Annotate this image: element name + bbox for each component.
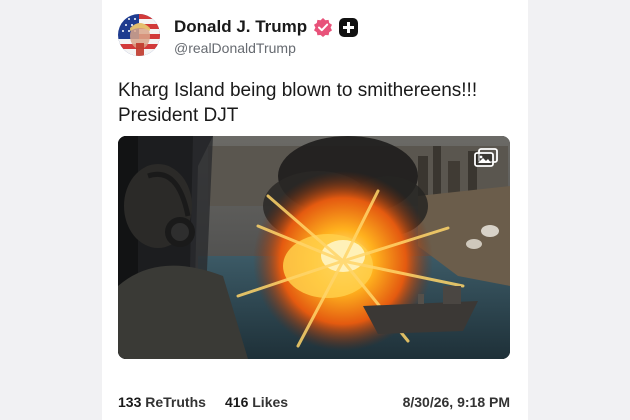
retruths-count: 133 (118, 394, 142, 410)
post-card: Donald J. Trump @realDonaldTrump Kharg I… (102, 0, 528, 420)
post-text: Kharg Island being blown to smithereens!… (118, 78, 510, 128)
explosion-image (118, 136, 510, 359)
likes-count: 416 (225, 394, 249, 410)
gallery-icon[interactable] (474, 148, 498, 168)
likes-stat[interactable]: 416 Likes (225, 394, 288, 410)
post-image[interactable] (118, 136, 510, 359)
avatar[interactable] (118, 14, 160, 56)
user-handle[interactable]: @realDonaldTrump (174, 40, 296, 56)
verified-badge-icon (313, 17, 333, 37)
post-text-line-1: Kharg Island being blown to smithereens!… (118, 80, 478, 101)
likes-label: Likes (252, 394, 289, 410)
display-name[interactable]: Donald J. Trump (174, 17, 307, 37)
post-text-line-2: President DJT (118, 105, 239, 126)
plus-badge-icon (339, 17, 359, 37)
retruths-label: ReTruths (145, 394, 206, 410)
retruths-stat[interactable]: 133 ReTruths (118, 394, 206, 410)
post-footer: 133 ReTruths 416 Likes 8/30/26, 9:18 PM (118, 394, 510, 412)
flag-portrait-avatar (118, 14, 160, 56)
post-timestamp[interactable]: 8/30/26, 9:18 PM (403, 394, 510, 410)
author-name-row: Donald J. Trump (174, 16, 359, 38)
